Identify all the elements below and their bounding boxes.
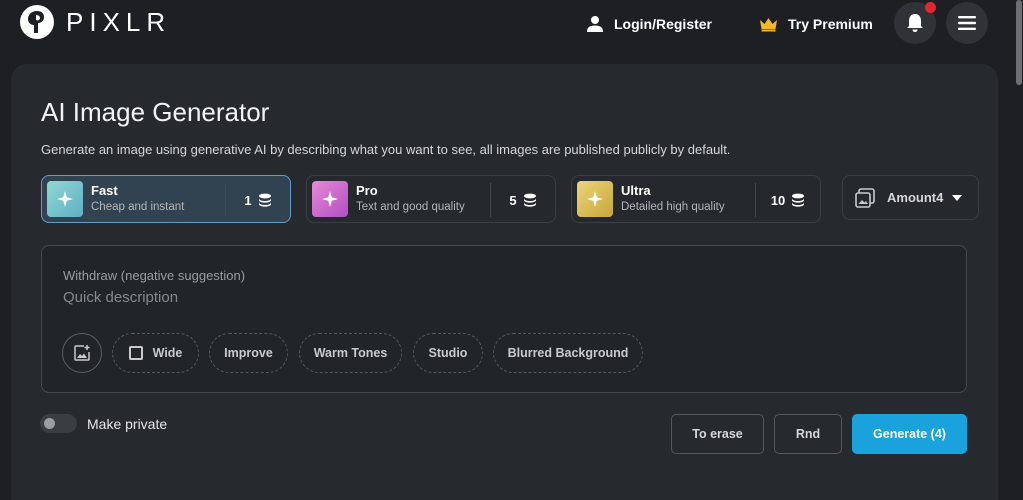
mode-name: Pro bbox=[356, 183, 378, 198]
chip-warm-tones[interactable]: Warm Tones bbox=[299, 333, 402, 373]
coins-icon bbox=[523, 193, 536, 207]
description-input[interactable] bbox=[63, 286, 943, 308]
chip-improve[interactable]: Improve bbox=[209, 333, 288, 373]
top-bar: PIXLR Login/Register Try Premium bbox=[0, 0, 1023, 48]
mode-name: Ultra bbox=[621, 183, 651, 198]
page-subtitle: Generate an image using generative AI by… bbox=[41, 142, 731, 157]
chip-label: Wide bbox=[152, 346, 183, 360]
notifications-button[interactable] bbox=[894, 2, 936, 44]
mode-name: Fast bbox=[91, 183, 118, 198]
generate-label: Generate (4) bbox=[873, 427, 946, 441]
mode-card-ultra[interactable]: Ultra Detailed high quality 10 bbox=[571, 175, 821, 223]
pixlr-logo[interactable]: PIXLR bbox=[20, 5, 171, 39]
toggle-knob bbox=[44, 418, 55, 429]
brand-name: PIXLR bbox=[66, 6, 172, 37]
checkbox-icon[interactable] bbox=[128, 346, 143, 360]
divider bbox=[225, 183, 226, 217]
notification-dot bbox=[925, 2, 936, 13]
divider bbox=[490, 183, 491, 217]
make-private-toggle[interactable] bbox=[40, 414, 77, 433]
chip-label: Blurred Background bbox=[507, 346, 629, 360]
try-premium-link[interactable]: Try Premium bbox=[759, 12, 873, 36]
chip-wide[interactable]: Wide bbox=[112, 333, 199, 373]
generator-panel: AI Image Generator Generate an image usi… bbox=[11, 64, 998, 500]
amount-label: Amount4 bbox=[887, 190, 944, 205]
generate-button[interactable]: Generate (4) bbox=[852, 414, 967, 454]
random-button[interactable]: Rnd bbox=[774, 414, 842, 454]
bell-icon bbox=[907, 14, 923, 32]
sparkle-icon bbox=[47, 181, 83, 217]
crown-icon bbox=[760, 18, 777, 32]
add-image-icon bbox=[74, 345, 90, 361]
divider bbox=[755, 183, 756, 217]
coins-icon bbox=[792, 193, 805, 207]
chevron-down-icon bbox=[952, 194, 963, 201]
mode-description: Detailed high quality bbox=[621, 201, 725, 213]
sparkle-icon bbox=[312, 181, 348, 217]
add-reference-image-button[interactable] bbox=[62, 333, 102, 373]
chip-studio[interactable]: Studio bbox=[413, 333, 483, 373]
pixlr-logo-icon bbox=[20, 5, 54, 39]
cost-value: 10 bbox=[770, 192, 786, 208]
mode-cost: 5 bbox=[497, 190, 549, 210]
hamburger-menu-icon bbox=[958, 16, 976, 30]
chip-label: Warm Tones bbox=[313, 346, 388, 360]
mode-description: Text and good quality bbox=[356, 201, 465, 213]
premium-label: Try Premium bbox=[788, 16, 873, 32]
user-icon bbox=[587, 16, 603, 32]
scrollbar-thumb[interactable] bbox=[1016, 0, 1022, 85]
coins-icon bbox=[258, 193, 271, 207]
prompt-box: Withdraw (negative suggestion) Wide Impr… bbox=[41, 245, 967, 393]
scrollbar[interactable] bbox=[1015, 0, 1023, 500]
chip-label: Improve bbox=[224, 346, 273, 360]
cost-value: 5 bbox=[509, 192, 517, 208]
chip-label: Studio bbox=[428, 346, 468, 360]
sparkle-icon bbox=[577, 181, 613, 217]
amount-dropdown[interactable]: Amount4 bbox=[842, 175, 979, 220]
make-private-label: Make private bbox=[87, 416, 168, 432]
chip-blurred-background[interactable]: Blurred Background bbox=[493, 333, 643, 373]
login-label: Login/Register bbox=[614, 16, 713, 32]
mode-cost: 10 bbox=[762, 190, 814, 210]
mode-card-fast[interactable]: Fast Cheap and instant 1 bbox=[41, 175, 291, 223]
erase-label: To erase bbox=[692, 427, 743, 441]
image-icon bbox=[855, 187, 875, 208]
main-menu-button[interactable] bbox=[946, 2, 988, 44]
mode-card-pro[interactable]: Pro Text and good quality 5 bbox=[306, 175, 556, 223]
mode-cost: 1 bbox=[232, 190, 284, 210]
login-register-link[interactable]: Login/Register bbox=[586, 12, 712, 36]
negative-prompt-label[interactable]: Withdraw (negative suggestion) bbox=[63, 268, 245, 283]
mode-description: Cheap and instant bbox=[91, 201, 185, 213]
erase-button[interactable]: To erase bbox=[671, 414, 764, 454]
random-label: Rnd bbox=[795, 427, 821, 441]
page-title: AI Image Generator bbox=[41, 97, 270, 127]
cost-value: 1 bbox=[244, 192, 252, 208]
